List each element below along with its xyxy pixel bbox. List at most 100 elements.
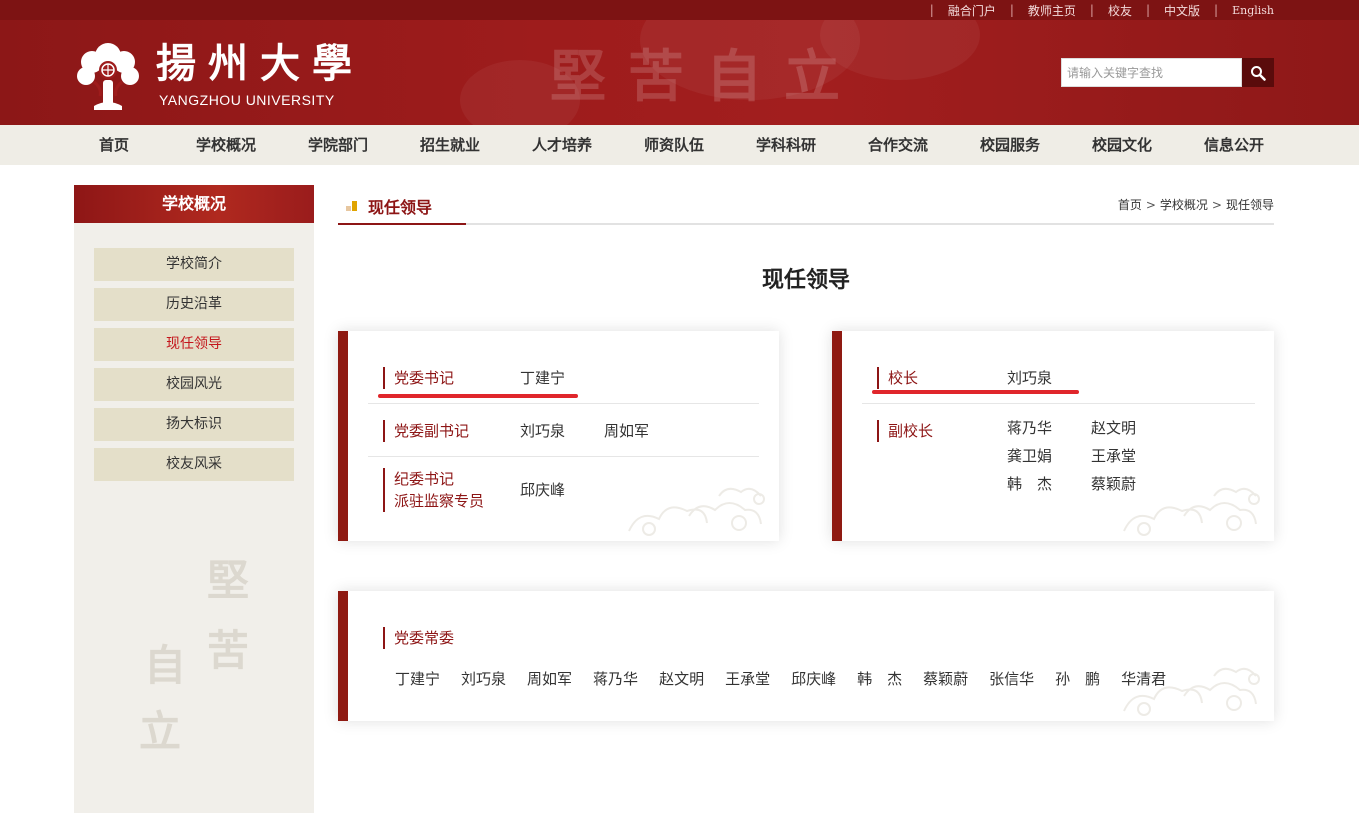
- leader-row: 党委书记: [383, 367, 454, 389]
- header-motto: 堅苦自立: [550, 44, 862, 110]
- leader-name: 邱庆峰: [791, 670, 837, 688]
- leader-name: 邱庆峰: [520, 481, 566, 499]
- top-link-teacher[interactable]: 教师主页: [1028, 2, 1076, 19]
- leader-name: 华清君: [1121, 670, 1167, 688]
- row-divider: [368, 403, 759, 404]
- nav-item-admission[interactable]: 招生就业: [394, 125, 506, 165]
- leader-name: 孙 鹏: [1055, 670, 1101, 688]
- leader-name: 王承堂: [725, 670, 771, 688]
- sidebar-motto-char: 苦: [207, 626, 250, 675]
- standing-committee-card: 党委常委 丁建宁 刘巧泉 周如军 蒋乃华 赵文明 王承堂 邱庆峰 韩 杰 蔡颖蔚…: [338, 591, 1274, 721]
- top-link-english[interactable]: English: [1232, 4, 1274, 17]
- sidebar-item-leadership[interactable]: 现任领导: [94, 328, 294, 361]
- search-button[interactable]: [1242, 58, 1274, 87]
- top-link-portal[interactable]: 融合门户: [948, 2, 996, 19]
- chevron-right-icon: >: [1145, 197, 1156, 212]
- nav-item-services[interactable]: 校园服务: [954, 125, 1066, 165]
- highlight-underline: [378, 394, 578, 398]
- top-link-alumni[interactable]: 校友: [1108, 2, 1132, 19]
- search-icon: [1251, 65, 1266, 81]
- leader-name: 周如军: [527, 670, 573, 688]
- nav-item-departments[interactable]: 学院部门: [282, 125, 394, 165]
- sidebar-menu: 学校简介 历史沿革 现任领导 校园风光 扬大标识 校友风采: [94, 248, 294, 488]
- section-marker-icon: [346, 201, 357, 211]
- separator: |: [1009, 3, 1014, 17]
- nav-item-faculty[interactable]: 师资队伍: [618, 125, 730, 165]
- leader-row: 校长: [877, 367, 918, 389]
- university-logo[interactable]: 揚州大學 YANGZHOU UNIVERSITY: [72, 36, 352, 114]
- search-box: [1061, 58, 1274, 87]
- breadcrumb-current[interactable]: 现任领导: [1226, 196, 1274, 213]
- section-title: 现任领导: [368, 198, 433, 217]
- role-label: 副校长: [877, 420, 933, 442]
- nav-item-home[interactable]: 首页: [58, 125, 170, 165]
- site-header: 揚州大學 YANGZHOU UNIVERSITY 堅苦自立: [0, 20, 1359, 125]
- chevron-right-icon: >: [1211, 197, 1222, 212]
- leader-name: 韩 杰: [1007, 475, 1053, 493]
- sidebar-item-history[interactable]: 历史沿革: [94, 288, 294, 321]
- role-label-line: 纪委书记: [394, 470, 455, 488]
- sidebar-item-intro[interactable]: 学校简介: [94, 248, 294, 281]
- nav-item-disclosure[interactable]: 信息公开: [1178, 125, 1290, 165]
- leader-name: 蒋乃华: [593, 670, 639, 688]
- leader-name: 蔡颖蔚: [1091, 475, 1137, 493]
- role-label-line: 派驻监察专员: [394, 492, 485, 510]
- sidebar: 学校概况 学校简介 历史沿革 现任领导 校园风光 扬大标识 校友风采 堅 苦 自…: [74, 185, 314, 813]
- top-bar: | 融合门户 | 教师主页 | 校友 | 中文版 | English: [0, 0, 1359, 20]
- leader-name: 丁建宁: [395, 670, 441, 688]
- role-label: 党委副书记: [383, 420, 469, 442]
- breadcrumb-overview[interactable]: 学校概况: [1160, 196, 1208, 213]
- leader-name: 蒋乃华: [1007, 419, 1053, 437]
- leader-name: 周如军: [604, 422, 650, 440]
- leader-row: 党委常委: [383, 627, 454, 649]
- president-leaders-card: 校长 刘巧泉 副校长 蒋乃华 赵文明 龚卫娟 王承堂 韩 杰 蔡颖蔚: [832, 331, 1274, 541]
- nav-item-training[interactable]: 人才培养: [506, 125, 618, 165]
- leader-name: 韩 杰: [857, 670, 903, 688]
- content-header: 现任领导 首页 > 学校概况 > 现任领导: [338, 185, 1274, 225]
- breadcrumb: 首页 > 学校概况 > 现任领导: [1118, 196, 1274, 213]
- sidebar-motto-char: 堅: [207, 556, 250, 605]
- search-input[interactable]: [1061, 58, 1242, 87]
- separator: |: [1214, 3, 1219, 17]
- sidebar-motto-char: 自: [144, 641, 187, 690]
- top-links: | 融合门户 | 教师主页 | 校友 | 中文版 | English: [916, 0, 1274, 20]
- separator: |: [1089, 3, 1094, 17]
- nav-item-overview[interactable]: 学校概况: [170, 125, 282, 165]
- separator: |: [929, 3, 934, 17]
- top-link-chinese[interactable]: 中文版: [1164, 2, 1200, 19]
- role-label: 纪委书记 派驻监察专员: [383, 468, 484, 512]
- highlight-underline: [872, 390, 1079, 394]
- leader-row: 党委副书记: [383, 420, 469, 442]
- cloud-pattern-icon: [628, 487, 765, 536]
- sidebar-item-identity[interactable]: 扬大标识: [94, 408, 294, 441]
- standing-names-list: 丁建宁 刘巧泉 周如军 蒋乃华 赵文明 王承堂 邱庆峰 韩 杰 蔡颖蔚 张信华 …: [395, 668, 1187, 689]
- sidebar-item-alumni[interactable]: 校友风采: [94, 448, 294, 481]
- cloud-pattern-icon: [1123, 487, 1260, 536]
- page-title: 现任领导: [761, 268, 850, 293]
- main-nav: 首页 学校概况 学院部门 招生就业 人才培养 师资队伍 学科科研 合作交流 校园…: [0, 125, 1359, 165]
- nav-item-research[interactable]: 学科科研: [730, 125, 842, 165]
- breadcrumb-home[interactable]: 首页: [1118, 196, 1142, 213]
- leader-name: 刘巧泉: [1007, 369, 1053, 387]
- sidebar-item-scenery[interactable]: 校园风光: [94, 368, 294, 401]
- sidebar-motto-char: 立: [139, 707, 182, 756]
- nav-item-culture[interactable]: 校园文化: [1066, 125, 1178, 165]
- role-label: 党委书记: [383, 367, 454, 389]
- leader-name: 龚卫娟: [1007, 447, 1053, 465]
- logo-chinese-name: 揚州大學: [156, 40, 364, 87]
- logo-emblem-icon: [77, 43, 139, 110]
- nav-item-exchange[interactable]: 合作交流: [842, 125, 954, 165]
- leader-name: 刘巧泉: [461, 670, 507, 688]
- separator: |: [1145, 3, 1151, 17]
- sidebar-title: 学校概况: [74, 185, 314, 223]
- party-leaders-card: 党委书记 丁建宁 党委副书记 刘巧泉 周如军 纪委书记 派驻监察专员 邱庆峰: [338, 331, 779, 541]
- leader-row: 副校长: [877, 420, 933, 442]
- row-divider: [862, 403, 1255, 404]
- row-divider: [368, 456, 759, 457]
- leader-name: 丁建宁: [520, 369, 566, 387]
- role-label: 党委常委: [383, 627, 454, 649]
- section-tab: 现任领导: [338, 185, 466, 225]
- leader-name: 王承堂: [1091, 447, 1137, 465]
- leader-name: 蔡颖蔚: [923, 670, 969, 688]
- role-label: 校长: [877, 367, 918, 389]
